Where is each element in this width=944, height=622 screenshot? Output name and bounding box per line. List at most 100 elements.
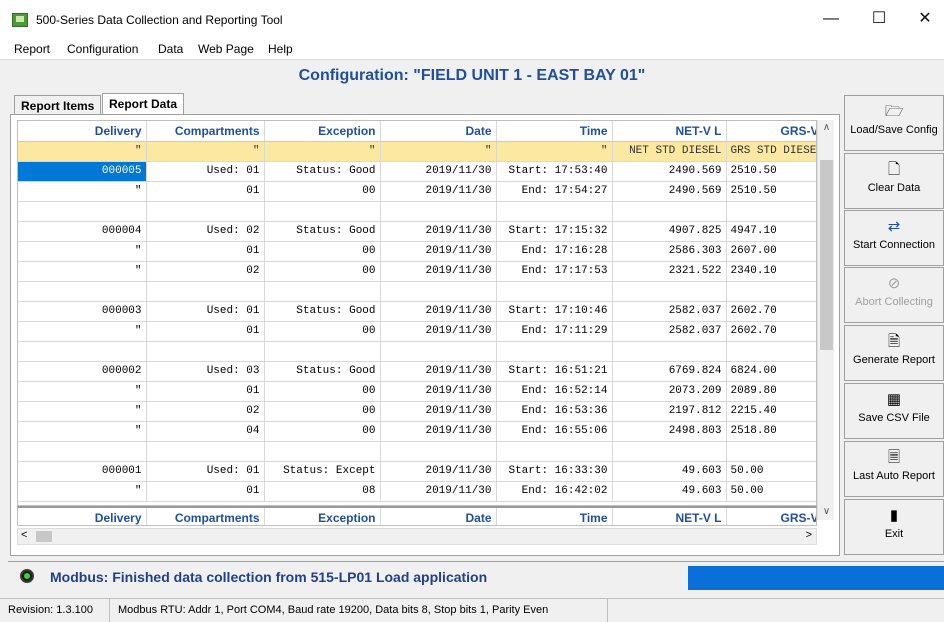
table-cell[interactable]	[380, 341, 497, 362]
table-cell[interactable]	[264, 281, 381, 302]
table-cell[interactable]: Start: 17:10:46	[496, 301, 613, 322]
table-cell[interactable]: 00	[264, 261, 381, 282]
generate-report-button[interactable]: 🗎 Generate Report	[844, 325, 944, 381]
table-cell[interactable]: 02	[146, 401, 265, 422]
table-cell[interactable]: 01	[146, 181, 265, 202]
table-cell[interactable]: 04	[146, 421, 265, 442]
table-row[interactable]	[18, 281, 816, 302]
table-cell[interactable]: 2607.00	[726, 241, 816, 262]
menu-data[interactable]: Data	[158, 42, 183, 56]
table-cell[interactable]: End: 16:42:02	[496, 481, 613, 502]
table-cell[interactable]: 50.00	[726, 461, 816, 482]
scroll-up-button[interactable]: ∧	[818, 120, 835, 136]
table-cell[interactable]	[726, 441, 816, 462]
table-cell[interactable]: Start: 16:33:30	[496, 461, 613, 482]
maximize-button[interactable]: ☐	[856, 4, 902, 34]
table-cell[interactable]	[496, 341, 613, 362]
table-row[interactable]: " 01 08 2019/11/30 End: 16:42:02 49.603 50.00	[18, 481, 816, 502]
table-cell[interactable]: 2602.70	[726, 301, 816, 322]
scroll-right-button[interactable]: >	[806, 529, 812, 541]
menu-help[interactable]: Help	[268, 42, 293, 56]
table-cell[interactable]: 4947.10	[726, 221, 816, 242]
start-connection-button[interactable]: ⇄ Start Connection	[844, 210, 944, 266]
column-header-grs-v[interactable]: GRS-V L	[726, 121, 816, 142]
table-cell[interactable]: 2602.70	[726, 321, 816, 342]
table-cell[interactable]: 2019/11/30	[380, 461, 497, 482]
vertical-scroll-thumb[interactable]	[820, 160, 833, 350]
table-cell[interactable]	[726, 341, 816, 362]
table-cell[interactable]: Status: Good	[264, 161, 381, 182]
table-cell[interactable]: 00	[264, 401, 381, 422]
table-cell[interactable]: 2582.037	[612, 321, 727, 342]
table-cell[interactable]: "	[18, 241, 147, 262]
table-cell[interactable]: End: 16:52:14	[496, 381, 613, 402]
table-cell[interactable]: End: 16:53:36	[496, 401, 613, 422]
table-row[interactable]: " 01 00 2019/11/30 End: 16:52:14 2073.209 2089…	[18, 381, 816, 402]
table-cell[interactable]: 08	[264, 481, 381, 502]
table-cell[interactable]: 000001	[18, 461, 147, 482]
table-row[interactable]: 000004 Used: 02 Status: Good 2019/11/30 Star…	[18, 221, 816, 242]
table-cell[interactable]	[380, 441, 497, 462]
table-cell[interactable]	[380, 281, 497, 302]
abort-collecting-button[interactable]: ⊘ Abort Collecting	[844, 267, 944, 323]
table-cell[interactable]	[146, 281, 265, 302]
table-cell[interactable]	[726, 201, 816, 222]
table-cell[interactable]	[146, 441, 265, 462]
table-cell[interactable]	[612, 281, 727, 302]
scroll-down-button[interactable]: ∨	[818, 504, 835, 520]
last-auto-report-button[interactable]: 🗏 Last Auto Report	[844, 441, 944, 497]
table-cell[interactable]: "	[18, 481, 147, 502]
table-cell[interactable]	[726, 281, 816, 302]
table-cell[interactable]: Used: 01	[146, 461, 265, 482]
table-cell[interactable]: 2490.569	[612, 181, 727, 202]
table-cell[interactable]: 49.603	[612, 481, 727, 502]
table-row[interactable]: " 02 00 2019/11/30 End: 16:53:36 2197.812 2215…	[18, 401, 816, 422]
table-row[interactable]: 000001 Used: 01 Status: Except 2019/11/30 St…	[18, 461, 816, 482]
table-cell[interactable]: "	[18, 321, 147, 342]
exit-button[interactable]: ▮ Exit	[844, 499, 944, 555]
table-cell[interactable]: 01	[146, 321, 265, 342]
table-cell[interactable]: 2510.50	[726, 181, 816, 202]
table-cell[interactable]	[380, 201, 497, 222]
table-cell[interactable]: 2518.80	[726, 421, 816, 442]
table-cell[interactable]: 01	[146, 481, 265, 502]
table-cell[interactable]: 2510.50	[726, 161, 816, 182]
table-cell[interactable]	[18, 341, 147, 362]
table-cell[interactable]: 2073.209	[612, 381, 727, 402]
table-cell[interactable]	[496, 281, 613, 302]
table-cell[interactable]: Used: 01	[146, 301, 265, 322]
table-cell[interactable]	[496, 441, 613, 462]
table-cell[interactable]: 2019/11/30	[380, 481, 497, 502]
column-header-time[interactable]: Time	[496, 121, 613, 142]
table-cell[interactable]	[612, 441, 727, 462]
scroll-left-button[interactable]: <	[21, 529, 27, 541]
table-cell[interactable]: End: 16:55:06	[496, 421, 613, 442]
column-header-delivery[interactable]: Delivery	[18, 121, 147, 142]
menu-configuration[interactable]: Configuration	[67, 42, 138, 56]
table-cell[interactable]: Status: Good	[264, 301, 381, 322]
table-cell[interactable]	[146, 341, 265, 362]
table-row[interactable]: " 02 00 2019/11/30 End: 17:17:53 2321.522 2340…	[18, 261, 816, 282]
table-cell[interactable]: 2582.037	[612, 301, 727, 322]
table-cell[interactable]: 00	[264, 381, 381, 402]
table-cell[interactable]: 00	[264, 241, 381, 262]
table-cell[interactable]: End: 17:16:28	[496, 241, 613, 262]
table-cell[interactable]: 02	[146, 261, 265, 282]
table-row[interactable]: " 01 00 2019/11/30 End: 17:54:27 2490.569 2510…	[18, 181, 816, 202]
table-cell[interactable]	[18, 281, 147, 302]
table-cell[interactable]	[264, 201, 381, 222]
load-save-config-button[interactable]: 🗁 Load/Save Config	[844, 95, 944, 151]
table-cell[interactable]: 2019/11/30	[380, 221, 497, 242]
table-cell[interactable]: End: 17:54:27	[496, 181, 613, 202]
table-cell[interactable]: 000002	[18, 361, 147, 382]
table-cell[interactable]: "	[18, 401, 147, 422]
table-cell[interactable]: End: 17:17:53	[496, 261, 613, 282]
table-cell[interactable]: 2197.812	[612, 401, 727, 422]
table-cell[interactable]: 2586.303	[612, 241, 727, 262]
table-cell[interactable]	[18, 201, 147, 222]
menu-report[interactable]: Report	[14, 42, 50, 56]
table-cell[interactable]: Used: 02	[146, 221, 265, 242]
table-cell[interactable]: Used: 01	[146, 161, 265, 182]
clear-data-button[interactable]: 🗋 Clear Data	[844, 153, 944, 209]
vertical-scrollbar[interactable]: ∧ ∨	[817, 120, 834, 520]
